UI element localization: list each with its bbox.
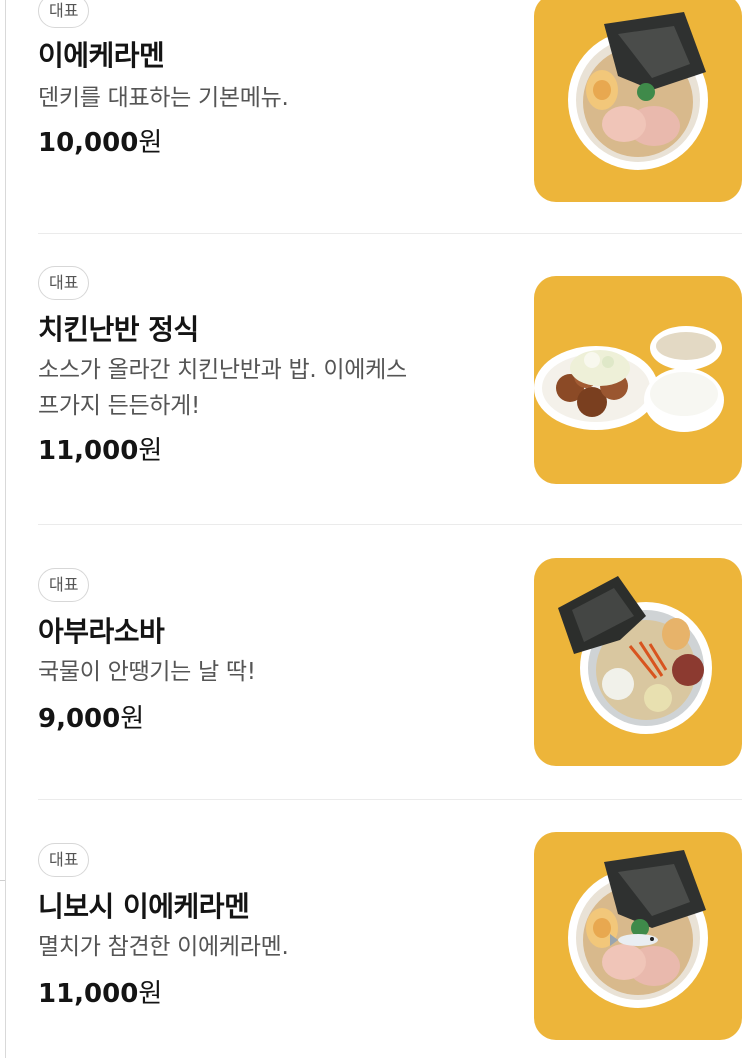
menu-item-name: 이에케라멘 bbox=[38, 39, 165, 72]
menu-item-niboshi-iekei-ramen[interactable]: 대표 니보시 이에케라멘 멸치가 참견한 이에케라멘. 11,000원 bbox=[38, 832, 750, 1057]
menu-item-price: 10,000원 bbox=[38, 126, 508, 160]
price-unit: 원 bbox=[138, 979, 163, 1009]
ramen-bowl-photo-icon[interactable] bbox=[534, 0, 742, 202]
menu-item-price: 9,000원 bbox=[38, 702, 508, 736]
edge-tick bbox=[0, 880, 5, 881]
chicken-nanban-set-photo-icon[interactable] bbox=[534, 276, 742, 484]
price-amount: 9,000 bbox=[38, 704, 121, 734]
price-unit: 원 bbox=[138, 436, 163, 466]
abura-soba-bowl-photo-icon[interactable] bbox=[534, 558, 742, 766]
menu-item-description: 소스가 올라간 치킨난반과 밥. 이에케스 bbox=[38, 357, 407, 383]
price-unit: 원 bbox=[120, 704, 145, 734]
menu-item-name: 아부라소바 bbox=[38, 615, 165, 648]
menu-item-text: 대표 니보시 이에케라멘 멸치가 참견한 이에케라멘. 11,000원 bbox=[38, 843, 508, 1011]
menu-item-text: 대표 치킨난반 정식 소스가 올라간 치킨난반과 밥. 이에케스 프가지 든든하… bbox=[38, 266, 508, 468]
menu-item-chicken-nanban[interactable]: 대표 치킨난반 정식 소스가 올라간 치킨난반과 밥. 이에케스 프가지 든든하… bbox=[38, 266, 750, 490]
signature-badge: 대표 bbox=[38, 568, 90, 602]
menu-item-description-line-2: 프가지 든든하게! bbox=[38, 393, 200, 419]
niboshi-ramen-bowl-photo-icon[interactable] bbox=[534, 832, 742, 1040]
item-divider bbox=[38, 799, 742, 800]
price-amount: 11,000 bbox=[38, 979, 139, 1009]
price-amount: 10,000 bbox=[38, 128, 139, 158]
menu-item-name: 니보시 이에케라멘 bbox=[38, 890, 250, 923]
signature-badge: 대표 bbox=[38, 843, 90, 877]
left-edge-rule bbox=[5, 0, 6, 1058]
menu-item-text: 대표 이에케라멘 덴키를 대표하는 기본메뉴. 10,000원 bbox=[38, 0, 508, 160]
menu-item-abura-soba[interactable]: 대표 아부라소바 국물이 안땡기는 날 딱! 9,000원 bbox=[38, 558, 750, 782]
menu-item-price: 11,000원 bbox=[38, 434, 508, 468]
menu-item-description: 멸치가 참견한 이에케라멘. bbox=[38, 934, 289, 960]
signature-badge: 대표 bbox=[38, 0, 90, 28]
menu-item-name: 치킨난반 정식 bbox=[38, 313, 199, 346]
price-unit: 원 bbox=[138, 128, 163, 158]
menu-item-description: 국물이 안땡기는 날 딱! bbox=[38, 659, 256, 685]
menu-item-iekei-ramen[interactable]: 대표 이에케라멘 덴키를 대표하는 기본메뉴. 10,000원 bbox=[38, 0, 750, 208]
item-divider bbox=[38, 233, 742, 234]
menu-item-price: 11,000원 bbox=[38, 977, 508, 1011]
menu-list-page: 대표 이에케라멘 덴키를 대표하는 기본메뉴. 10,000원 대표 치킨난반 … bbox=[0, 0, 750, 1058]
signature-badge: 대표 bbox=[38, 266, 90, 300]
menu-item-description: 덴키를 대표하는 기본메뉴. bbox=[38, 85, 289, 111]
menu-item-text: 대표 아부라소바 국물이 안땡기는 날 딱! 9,000원 bbox=[38, 568, 508, 736]
item-divider bbox=[38, 524, 742, 525]
price-amount: 11,000 bbox=[38, 436, 139, 466]
